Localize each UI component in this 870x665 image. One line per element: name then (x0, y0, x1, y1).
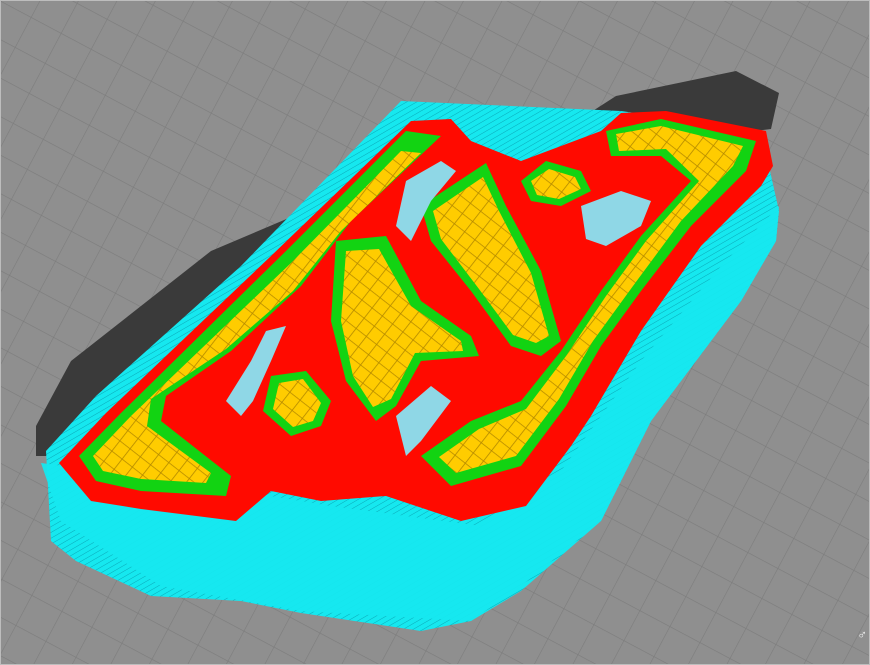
orientation-gizmo-icon[interactable]: ♂ (857, 627, 867, 642)
layer-preview-scene[interactable] (1, 1, 869, 664)
3d-viewport[interactable]: ♂ (0, 0, 870, 665)
